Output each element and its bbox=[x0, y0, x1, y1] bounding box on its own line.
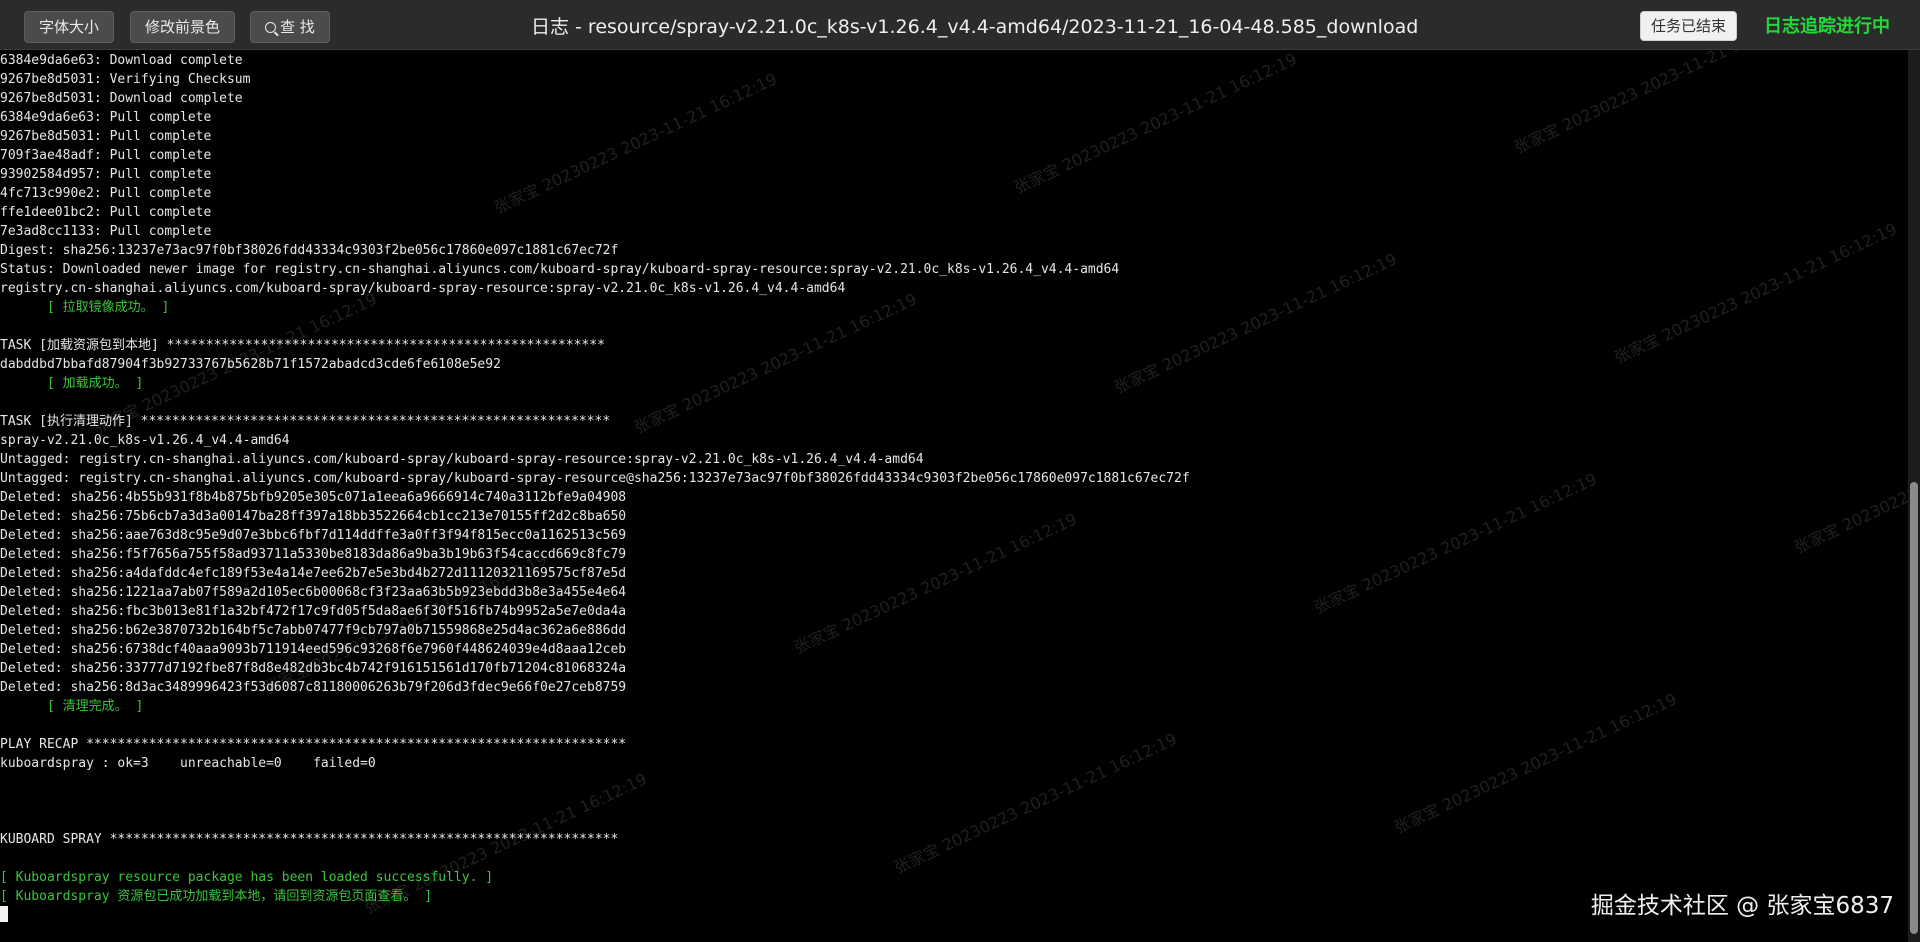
log-line: Deleted: sha256:1221aa7ab07f589a2d105ec6… bbox=[0, 585, 627, 600]
search-icon bbox=[265, 22, 276, 33]
tracking-status: 日志追踪进行中 bbox=[1764, 16, 1890, 37]
font-size-button[interactable]: 字体大小 bbox=[24, 11, 115, 43]
search-button[interactable]: 查 找 bbox=[250, 11, 330, 43]
log-line: Deleted: sha256:75b6cb7a3d3a00147ba28ff3… bbox=[0, 509, 627, 524]
task-finished-badge: 任务已结束 bbox=[1640, 11, 1738, 41]
foreground-color-button[interactable]: 修改前景色 bbox=[130, 11, 236, 43]
log-viewer[interactable]: 6384e9da6e63: Download complete 9267be8d5… bbox=[0, 50, 1908, 942]
log-line: Deleted: sha256:8d3ac3489996423f53d6087c… bbox=[0, 680, 627, 695]
log-line: TASK [执行清理动作] **************************… bbox=[0, 414, 611, 429]
log-line: Deleted: sha256:a4dafddc4efc189f53e4a14e… bbox=[0, 566, 627, 581]
log-line: 9267be8d5031: Pull complete bbox=[0, 129, 212, 144]
log-line: 4fc713c990e2: Pull complete bbox=[0, 186, 212, 201]
log-line: Deleted: sha256:aae763d8c95e9d07e3bbc6fb… bbox=[0, 528, 627, 543]
log-line: ffe1dee01bc2: Pull complete bbox=[0, 205, 212, 220]
log-lines: 6384e9da6e63: Download complete 9267be8d5… bbox=[0, 51, 1190, 925]
log-line: kuboardspray : ok=3 unreachable=0 failed… bbox=[0, 756, 376, 771]
log-line: spray-v2.21.0c_k8s-v1.26.4_v4.4-amd64 bbox=[0, 433, 290, 448]
page-title: 日志 - resource/spray-v2.21.0c_k8s-v1.26.4… bbox=[531, 16, 1419, 38]
search-button-label: 查 找 bbox=[280, 18, 315, 36]
log-line: 709f3ae48adf: Pull complete bbox=[0, 148, 212, 163]
log-line-success: [ Kuboardspray 资源包已成功加载到本地，请回到资源包页面查看。 ] bbox=[0, 889, 433, 904]
log-line-success: [ Kuboardspray resource package has been… bbox=[0, 870, 494, 885]
terminal-cursor bbox=[0, 906, 8, 922]
log-line: 9267be8d5031: Verifying Checksum bbox=[0, 72, 251, 87]
log-line-success: [ 加载成功。 ] bbox=[0, 376, 144, 391]
log-line: Deleted: sha256:b62e3870732b164bf5c7abb0… bbox=[0, 623, 627, 638]
log-line-success: [ 拉取镜像成功。 ] bbox=[0, 300, 170, 315]
log-line: PLAY RECAP *****************************… bbox=[0, 737, 627, 752]
footer-watermark: 掘金技术社区 @ 张家宝6837 bbox=[1590, 893, 1894, 919]
log-line: dabddbd7bbafd87904f3b92733767b5628b71f15… bbox=[0, 357, 501, 372]
log-line: 6384e9da6e63: Download complete bbox=[0, 53, 243, 68]
log-line: TASK [加载资源包到本地] ************************… bbox=[0, 338, 605, 353]
log-line: Digest: sha256:13237e73ac97f0bf38026fdd4… bbox=[0, 243, 619, 258]
log-line: Untagged: registry.cn-shanghai.aliyuncs.… bbox=[0, 452, 924, 467]
log-line: Deleted: sha256:f5f7656a755f58ad93711a53… bbox=[0, 547, 627, 562]
log-line: 93902584d957: Pull complete bbox=[0, 167, 212, 182]
scrollbar-thumb[interactable] bbox=[1910, 482, 1918, 934]
log-line: Deleted: sha256:4b55b931f8b4b875bfb9205e… bbox=[0, 490, 627, 505]
log-line: Untagged: registry.cn-shanghai.aliyuncs.… bbox=[0, 471, 1190, 486]
log-line: Deleted: sha256:6738dcf40aaa9093b711914e… bbox=[0, 642, 627, 657]
log-line: 7e3ad8cc1133: Pull complete bbox=[0, 224, 212, 239]
log-line: Status: Downloaded newer image for regis… bbox=[0, 262, 1120, 277]
log-cursor-line bbox=[0, 906, 1190, 925]
top-toolbar: 字体大小 修改前景色 查 找 日志 - resource/spray-v2.21… bbox=[0, 0, 1920, 50]
log-line: 6384e9da6e63: Pull complete bbox=[0, 110, 212, 125]
log-line: 9267be8d5031: Download complete bbox=[0, 91, 243, 106]
log-line: Deleted: sha256:fbc3b013e81f1a32bf472f17… bbox=[0, 604, 627, 619]
log-line-success: [ 清理完成。 ] bbox=[0, 699, 144, 714]
log-line: registry.cn-shanghai.aliyuncs.com/kuboar… bbox=[0, 281, 846, 296]
log-line: Deleted: sha256:33777d7192fbe87f8d8e482d… bbox=[0, 661, 627, 676]
scrollbar[interactable] bbox=[1908, 50, 1920, 942]
log-line: KUBOARD SPRAY **************************… bbox=[0, 832, 619, 847]
